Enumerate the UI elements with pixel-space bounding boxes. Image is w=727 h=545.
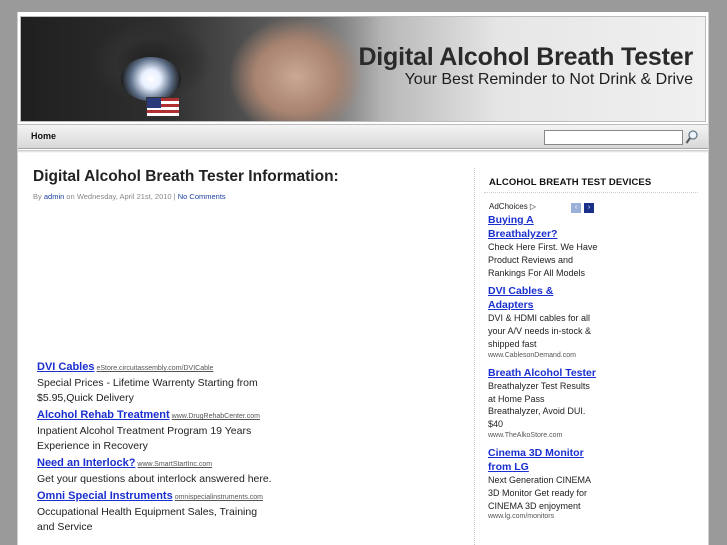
sidebar-ad: Breath Alcohol Tester Breathalyzer Test … xyxy=(488,366,598,441)
content-ad-url[interactable]: www.SmartStartInc.com xyxy=(137,461,212,468)
flag-patch-image xyxy=(146,97,180,117)
content-ad-desc: Occupational Health Equipment Sales, Tra… xyxy=(37,506,258,533)
post-meta: By admin on Wednesday, April 21st, 2010 … xyxy=(33,192,226,201)
sidebar-ad-url[interactable]: www.CablesonDemand.com xyxy=(488,351,598,361)
nav-shadow xyxy=(18,150,708,153)
sidebar-ad-desc: DVI & HDMI cables for all your A/V needs… xyxy=(488,313,592,349)
sidebar-ad: Cinema 3D Monitor from LG Next Generatio… xyxy=(488,446,598,522)
sidebar-ad: Buying A Breathalyzer? Check Here First.… xyxy=(488,213,598,279)
site-tagline: Your Best Reminder to Not Drink & Drive xyxy=(404,71,693,88)
content-ad-desc: Inpatient Alcohol Treatment Program 19 Y… xyxy=(37,425,252,452)
post-title: Digital Alcohol Breath Tester Informatio… xyxy=(33,168,339,185)
content-ad-title-link[interactable]: Omni Special Instruments xyxy=(37,490,173,502)
content-ad-url[interactable]: www.DrugRehabCenter.com xyxy=(172,413,260,420)
site-header: Digital Alcohol Breath Tester Your Best … xyxy=(20,16,706,122)
sidebar-ad-desc: Breathalyzer Test Results at Home Pass B… xyxy=(488,380,590,430)
content-ad: Alcohol Rehab Treatment www.DrugRehabCent… xyxy=(37,408,277,454)
sidebar-ad-url[interactable]: www.lg.com/monitors xyxy=(488,512,598,522)
meta-date: on Wednesday, April 21st, 2010 | xyxy=(66,192,176,201)
header-photo xyxy=(21,17,381,121)
sidebar-ad-title-link[interactable]: Breath Alcohol Tester xyxy=(488,366,598,380)
content-ad-desc: Special Prices - Lifetime Warrenty Start… xyxy=(37,377,258,404)
sidebar-title: ALCOHOL BREATH TEST DEVICES xyxy=(489,177,652,188)
content-ad-title-link[interactable]: Alcohol Rehab Treatment xyxy=(37,409,170,421)
content-ad-url[interactable]: omnispecialinstruments.com xyxy=(175,494,263,501)
ad-next-button[interactable]: › xyxy=(584,203,594,213)
sidebar-ad-list: Buying A Breathalyzer? Check Here First.… xyxy=(488,213,598,527)
sidebar-ad: DVI Cables & Adapters DVI & HDMI cables … xyxy=(488,284,598,360)
sidebar-ad-desc: Next Generation CINEMA 3D Monitor Get re… xyxy=(488,474,591,511)
sidebar-ad-title-link[interactable]: DVI Cables & Adapters xyxy=(488,284,598,312)
author-link[interactable]: admin xyxy=(44,192,64,201)
search-input[interactable] xyxy=(544,130,683,145)
column-divider xyxy=(474,168,475,545)
flashlight-image xyxy=(121,57,181,101)
sidebar-ad-title-link[interactable]: Buying A Breathalyzer? xyxy=(488,213,598,241)
adchoices-link[interactable]: AdChoices ▷ xyxy=(489,202,536,211)
content-ad-title-link[interactable]: Need an Interlock? xyxy=(37,457,135,469)
content-ad-url[interactable]: eStore.circuitassembly.com/DVICable xyxy=(96,365,213,372)
content-ad: Need an Interlock? www.SmartStartInc.com … xyxy=(37,456,277,487)
content-ad-desc: Get your questions about interlock answe… xyxy=(37,473,272,485)
sidebar-ad-title-link[interactable]: Cinema 3D Monitor from LG xyxy=(488,446,598,474)
ad-prev-button[interactable]: ‹ xyxy=(571,203,581,213)
search-icon[interactable] xyxy=(685,129,699,145)
sidebar-ad-desc: Check Here First. We Have Product Review… xyxy=(488,242,598,278)
sidebar-divider xyxy=(484,192,698,193)
nav-home-link[interactable]: Home xyxy=(31,131,56,141)
sidebar-ad-url[interactable]: www.TheAlkoStore.com xyxy=(488,431,598,441)
content-ad: DVI Cables eStore.circuitassembly.com/DVI… xyxy=(37,360,277,406)
content-ad-title-link[interactable]: DVI Cables xyxy=(37,361,94,373)
comments-link[interactable]: No Comments xyxy=(178,192,226,201)
meta-by: By xyxy=(33,192,42,201)
site-title[interactable]: Digital Alcohol Breath Tester xyxy=(358,43,693,72)
nav-bar: Home xyxy=(18,124,708,149)
content-ad-list: DVI Cables eStore.circuitassembly.com/DVI… xyxy=(37,360,277,537)
content-ad: Omni Special Instruments omnispecialinstr… xyxy=(37,489,277,535)
